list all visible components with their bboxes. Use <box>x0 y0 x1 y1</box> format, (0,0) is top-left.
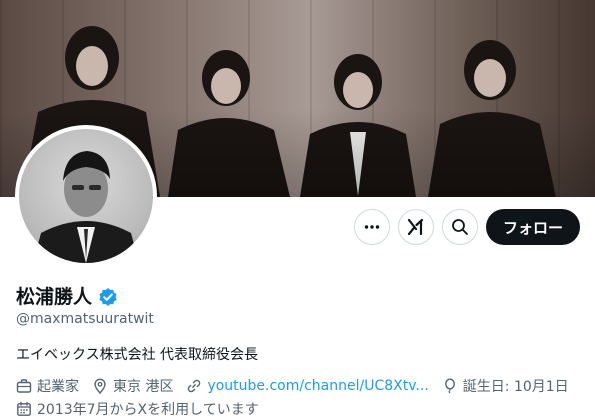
website-link[interactable]: youtube.com/channel/UC8Xtv... <box>207 378 428 394</box>
website-item[interactable]: youtube.com/channel/UC8Xtv... <box>186 378 429 394</box>
location-item: 東京 港区 <box>92 376 173 396</box>
more-button[interactable] <box>354 209 390 245</box>
name-row: 松浦勝人 <box>16 285 118 309</box>
birthday-item: 誕生日: 10月1日 <box>442 376 569 396</box>
occupation-text: 起業家 <box>37 379 79 395</box>
grok-icon <box>407 218 424 236</box>
search-icon <box>452 219 468 235</box>
grok-button[interactable] <box>398 209 434 245</box>
joined-text: 2013年7月からXを利用しています <box>37 402 259 418</box>
location-text: 東京 港区 <box>113 379 174 395</box>
search-button[interactable] <box>442 209 478 245</box>
balloon-icon <box>444 378 455 394</box>
user-handle: @maxmatsuuratwit <box>16 311 154 327</box>
profile-meta: 起業家 東京 港区 youtube.com/channel/UC8Xtv... … <box>16 376 582 396</box>
briefcase-icon <box>16 379 32 393</box>
display-name: 松浦勝人 <box>16 286 93 308</box>
follow-button[interactable]: フォロー <box>486 209 580 245</box>
link-icon <box>188 379 201 393</box>
avatar-portrait <box>33 151 139 263</box>
birthday-text: 誕生日: 10月1日 <box>462 379 569 395</box>
joined-item: 2013年7月からXを利用しています <box>16 399 259 419</box>
occupation-item: 起業家 <box>16 376 79 396</box>
avatar-photo <box>19 129 153 263</box>
verified-badge-icon[interactable] <box>98 287 118 307</box>
more-icon <box>364 225 380 229</box>
avatar[interactable] <box>15 125 157 267</box>
calendar-icon <box>17 401 31 416</box>
profile-bio: エイベックス株式会社 代表取締役会長 <box>16 347 259 363</box>
location-pin-icon <box>94 378 106 394</box>
